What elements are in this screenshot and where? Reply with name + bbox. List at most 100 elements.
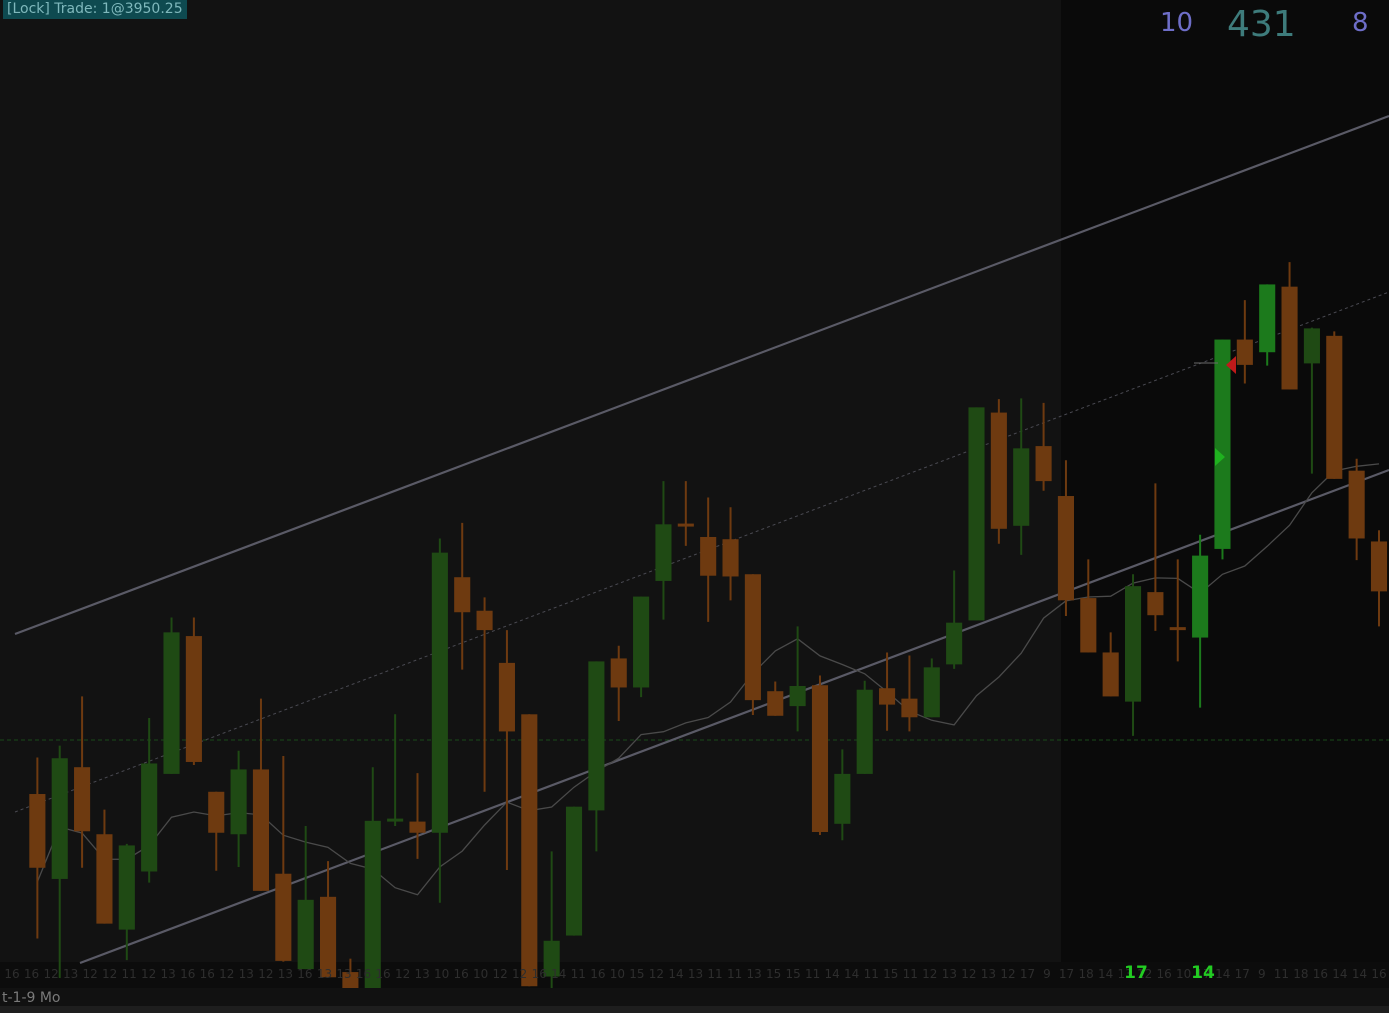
volume-label: 16 — [297, 967, 312, 981]
stat-right: 8 — [1352, 8, 1369, 38]
volume-label: 14 — [1215, 967, 1230, 981]
candle-body — [722, 539, 739, 577]
candle-body — [588, 661, 605, 811]
candle-body — [1192, 555, 1209, 638]
volume-label: 12 — [43, 967, 58, 981]
volume-label: 10 — [610, 967, 625, 981]
candle-body — [1080, 598, 1097, 653]
candle-body — [454, 577, 471, 613]
volume-label: 12 — [82, 967, 97, 981]
candle-body — [565, 806, 583, 936]
candle-body — [1326, 335, 1343, 479]
volume-label: 14 — [1352, 967, 1367, 981]
volume-label: 17 — [1059, 967, 1074, 981]
volume-label: 15 — [766, 967, 781, 981]
volume-highlight-label: 17 — [1124, 963, 1148, 983]
candle-body — [521, 714, 538, 987]
candle-body — [409, 821, 426, 833]
volume-label: 16 — [375, 967, 390, 981]
volume-label: 15 — [785, 967, 800, 981]
volume-label: 13 — [336, 967, 351, 981]
candle-body — [498, 662, 515, 732]
volume-label: 14 — [1332, 967, 1347, 981]
volume-label: 12 — [258, 967, 273, 981]
candle-body — [968, 407, 985, 621]
volume-label: 16 — [24, 967, 39, 981]
volume-label: 13 — [981, 967, 996, 981]
volume-label: 10 — [434, 967, 449, 981]
volume-label: 15 — [883, 967, 898, 981]
volume-label: 16 — [4, 967, 19, 981]
volume-label: 12 — [493, 967, 508, 981]
volume-label: 13 — [414, 967, 429, 981]
volume-label: 14 — [844, 967, 859, 981]
volume-label: 14 — [551, 967, 566, 981]
volume-label: 11 — [571, 967, 586, 981]
candle-body — [1013, 448, 1030, 526]
volume-label: 17 — [1020, 967, 1035, 981]
volume-label: 12 — [922, 967, 937, 981]
candle-body — [1147, 592, 1164, 616]
candle-body — [1214, 339, 1231, 549]
chart-window: 16 16 12 13 12 12 11 12 13 16 16 12 13 12 13 16 13 13 16 16… — [0, 0, 1389, 1013]
volume-label: 9 — [1258, 967, 1266, 981]
candle-body — [1035, 446, 1052, 482]
candle-body — [744, 574, 761, 701]
volume-label: 11 — [707, 967, 722, 981]
candle-body — [879, 688, 896, 705]
volume-label: 12 — [512, 967, 527, 981]
candle-body — [1370, 541, 1388, 592]
candle-body — [1348, 470, 1365, 539]
candlestick-chart[interactable]: 16 16 12 13 12 12 11 12 13 16 16 12 13 12 13 16 13 13 16 16… — [0, 0, 1389, 1013]
volume-label: 9 — [1043, 967, 1051, 981]
volume-label: 12 — [961, 967, 976, 981]
volume-label: 18 — [1293, 967, 1308, 981]
volume-label: 16 — [200, 967, 215, 981]
volume-label: 16 — [1157, 967, 1172, 981]
volume-label: 10 — [473, 967, 488, 981]
volume-label: 17 — [1235, 967, 1250, 981]
candle-body — [319, 896, 337, 978]
volume-label: 12 — [395, 967, 410, 981]
trade-lock-label[interactable]: [Lock] Trade: 1@3950.25 — [3, 0, 187, 19]
candle-body — [297, 899, 314, 970]
candle-body — [96, 834, 113, 924]
candle-body — [856, 689, 873, 774]
volume-label: 13 — [63, 967, 78, 981]
candle-body — [677, 523, 694, 527]
volume-label: 13 — [746, 967, 761, 981]
volume-label: 13 — [161, 967, 176, 981]
candle-body — [700, 536, 717, 576]
volume-label: 16 — [1371, 967, 1386, 981]
volume-label: 14 — [825, 967, 840, 981]
volume-label: 11 — [805, 967, 820, 981]
candle-body — [275, 873, 292, 961]
candle-body — [789, 685, 806, 707]
volume-label: 12 — [141, 967, 156, 981]
candle-body — [1236, 339, 1253, 365]
volume-label: 18 — [1078, 967, 1093, 981]
candle-body — [51, 758, 68, 879]
volume-label: 13 — [688, 967, 703, 981]
volume-label: 16 — [1313, 967, 1328, 981]
volume-label: 16 — [180, 967, 195, 981]
volume-label: 12 — [1000, 967, 1015, 981]
volume-label: 11 — [1274, 967, 1289, 981]
candle-body — [118, 845, 135, 930]
volume-label: 15 — [629, 967, 644, 981]
candle-body — [633, 596, 650, 688]
volume-label: 16 — [356, 967, 371, 981]
date-label: t-1-9 Mo — [2, 990, 61, 1006]
volume-label: 11 — [903, 967, 918, 981]
volume-label: 13 — [942, 967, 957, 981]
candle-body — [1057, 496, 1075, 601]
candle-body — [834, 773, 851, 824]
volume-label: 12 — [102, 967, 117, 981]
candle-body — [1303, 328, 1320, 364]
candle-body — [29, 794, 46, 868]
volume-label: 11 — [727, 967, 742, 981]
horizontal-scrollbar[interactable] — [0, 1006, 1389, 1013]
volume-label: 16 — [454, 967, 469, 981]
volume-label: 12 — [219, 967, 234, 981]
volume-label: 16 — [590, 967, 605, 981]
